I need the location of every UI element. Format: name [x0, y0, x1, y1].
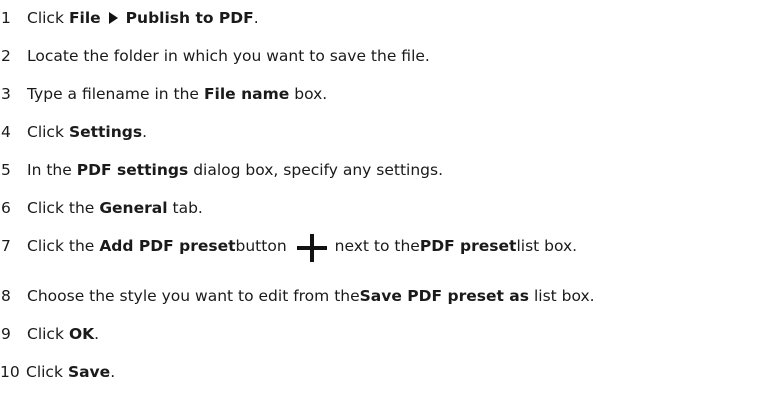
- step-text: dialog box, specify any settings.: [193, 161, 443, 179]
- step-number: 8: [1, 287, 11, 305]
- step-1: 1 Click File Publish to PDF .: [0, 3, 259, 33]
- step-text: list box.: [516, 237, 578, 255]
- step-6: 6 Click the General tab.: [0, 193, 203, 223]
- step-number: 2: [1, 47, 11, 65]
- triangle-right-icon: [108, 12, 118, 24]
- settings-label: Settings: [68, 123, 143, 141]
- step-text: Locate the folder in which you want to s…: [27, 47, 430, 65]
- step-text: Click: [27, 123, 64, 141]
- step-number: 1: [1, 9, 11, 27]
- step-text: list box.: [533, 287, 595, 305]
- step-text: Choose the style you want to edit from t…: [27, 287, 360, 305]
- save-pdf-preset-as-label: Save PDF preset as: [359, 287, 529, 305]
- plus-icon: [296, 234, 327, 264]
- step-5: 5 In the PDF settings dialog box, specif…: [0, 155, 443, 185]
- step-number: 10: [0, 363, 20, 381]
- step-7: 7 Click the Add PDF preset button next t…: [0, 231, 578, 264]
- add-pdf-preset-label: Add PDF preset: [99, 237, 236, 255]
- step-10: 10 Click Save .: [0, 357, 115, 387]
- step-text: .: [110, 363, 116, 381]
- step-number: 6: [1, 199, 11, 217]
- step-text: Click: [26, 363, 63, 381]
- step-number: 5: [1, 161, 11, 179]
- menu-publish-to-pdf: Publish to PDF: [125, 9, 254, 27]
- pdf-preset-label: PDF preset: [419, 237, 517, 255]
- step-4: 4 Click Settings .: [0, 117, 147, 147]
- step-text: .: [253, 9, 259, 27]
- save-label: Save: [67, 363, 111, 381]
- step-text: tab.: [172, 199, 203, 217]
- step-number: 7: [1, 237, 11, 255]
- file-name-label: File name: [203, 85, 290, 103]
- step-8: 8 Choose the style you want to edit from…: [0, 281, 595, 311]
- step-text: .: [142, 123, 148, 141]
- step-text: Click: [27, 9, 64, 27]
- step-2: 2 Locate the folder in which you want to…: [0, 41, 430, 71]
- step-number: 4: [1, 123, 11, 141]
- step-text: Click the: [27, 199, 95, 217]
- ok-label: OK: [68, 325, 95, 343]
- step-text: button: [235, 237, 287, 255]
- step-text: In the: [27, 161, 72, 179]
- step-text: box.: [294, 85, 328, 103]
- step-3: 3 Type a filename in the File name box.: [0, 79, 327, 109]
- pdf-settings-label: PDF settings: [76, 161, 189, 179]
- step-9: 9 Click OK .: [0, 319, 99, 349]
- step-text: next to the: [334, 237, 420, 255]
- step-text: Click: [27, 325, 64, 343]
- step-text: Type a filename in the: [27, 85, 199, 103]
- step-number: 3: [1, 85, 11, 103]
- step-text: .: [94, 325, 100, 343]
- menu-file: File: [68, 9, 101, 27]
- step-number: 9: [1, 325, 11, 343]
- general-tab-label: General: [99, 199, 168, 217]
- step-text: Click the: [27, 237, 95, 255]
